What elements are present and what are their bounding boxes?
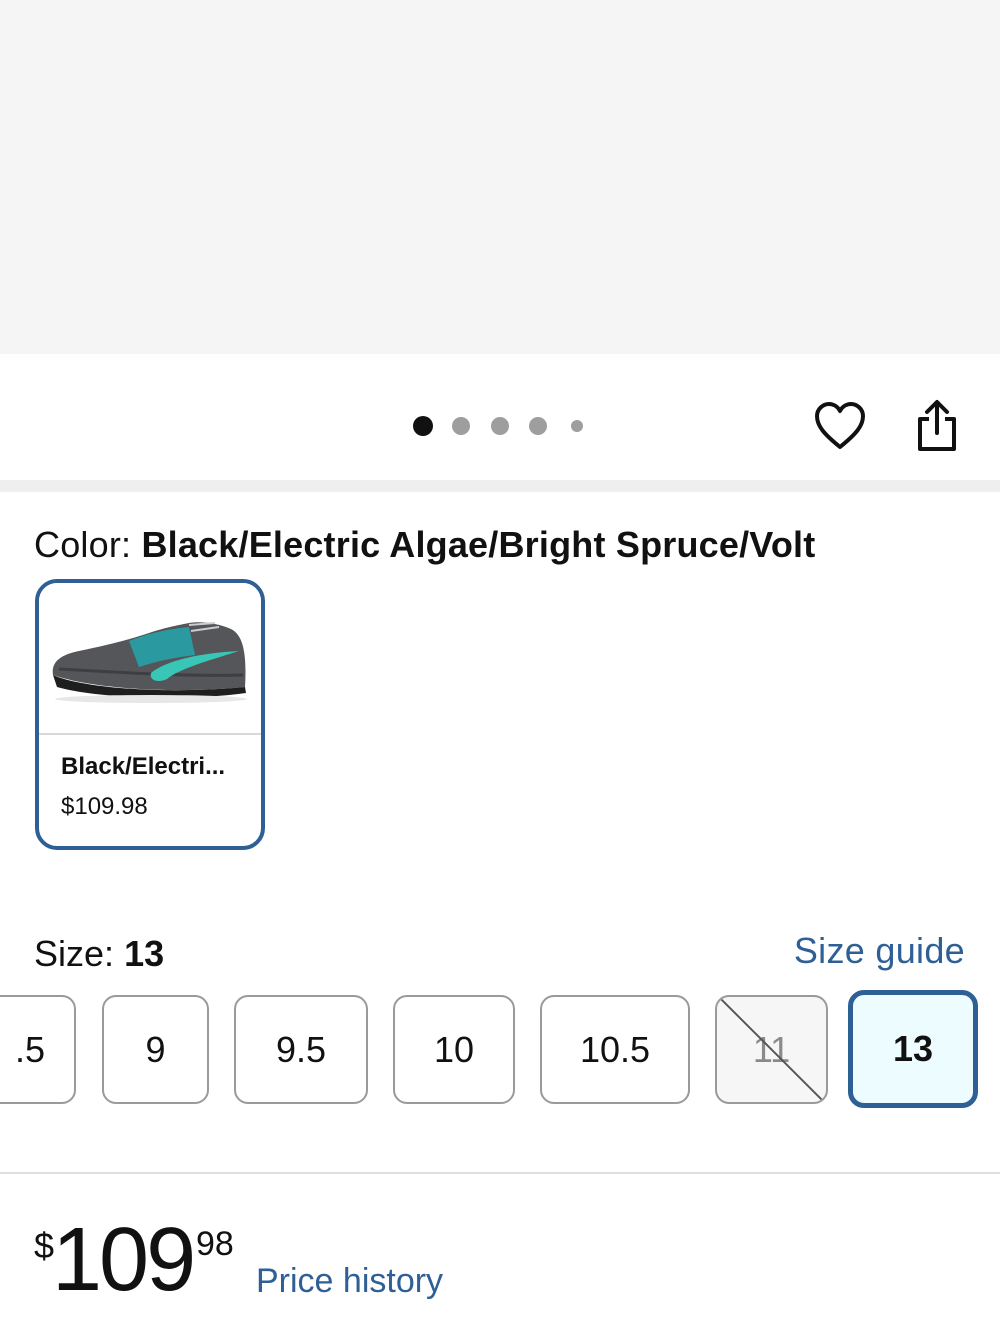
size-option-label: 10: [433, 1028, 475, 1070]
carousel-dot[interactable]: [452, 417, 470, 435]
size-option[interactable]: .5: [0, 995, 76, 1104]
size-option[interactable]: 10.5: [540, 995, 690, 1104]
swatch-price: $109.98: [61, 793, 148, 820]
size-label: Size:: [34, 933, 115, 974]
size-option-unavailable[interactable]: 11: [715, 995, 828, 1104]
carousel-dot[interactable]: [529, 417, 547, 435]
size-heading: Size: 13: [34, 933, 164, 975]
share-button[interactable]: [912, 398, 962, 454]
size-option[interactable]: 9.5: [234, 995, 368, 1104]
price-cents: 98: [196, 1225, 234, 1263]
swatch-name: Black/Electri...: [61, 753, 226, 780]
price-whole: 109: [52, 1210, 196, 1310]
size-option-label: .5: [14, 1028, 46, 1070]
product-image-area[interactable]: [0, 0, 1000, 354]
share-icon: [918, 400, 956, 451]
price-history-link[interactable]: Price history: [256, 1262, 443, 1301]
size-option[interactable]: 9: [102, 995, 209, 1104]
size-option-label: 9.5: [275, 1028, 327, 1070]
size-option-selected[interactable]: 13: [848, 990, 978, 1108]
carousel-bar: [0, 354, 1000, 480]
size-guide-link[interactable]: Size guide: [794, 930, 965, 972]
size-option-label: 9: [145, 1028, 166, 1070]
section-divider: [0, 1172, 1000, 1174]
swatch-shoe-image: [39, 583, 261, 735]
size-option-label: 13: [892, 1028, 934, 1069]
carousel-dot[interactable]: [413, 416, 433, 436]
color-swatch[interactable]: Black/Electri... $109.98: [35, 579, 265, 850]
section-divider: [0, 480, 1000, 492]
color-heading: Color: Black/Electric Algae/Bright Spruc…: [34, 524, 815, 566]
size-value: 13: [124, 933, 165, 974]
favorite-button[interactable]: [812, 398, 868, 454]
carousel-dot[interactable]: [491, 417, 509, 435]
size-option-label: 10.5: [579, 1028, 651, 1070]
heart-icon: [815, 402, 865, 449]
color-value: Black/Electric Algae/Bright Spruce/Volt: [141, 524, 816, 565]
color-label: Color:: [34, 524, 132, 565]
product-page: Color: Black/Electric Algae/Bright Spruc…: [0, 0, 1000, 1333]
unavailable-strike-icon: [720, 998, 823, 1101]
size-option[interactable]: 10: [393, 995, 515, 1104]
carousel-dot[interactable]: [571, 420, 583, 432]
